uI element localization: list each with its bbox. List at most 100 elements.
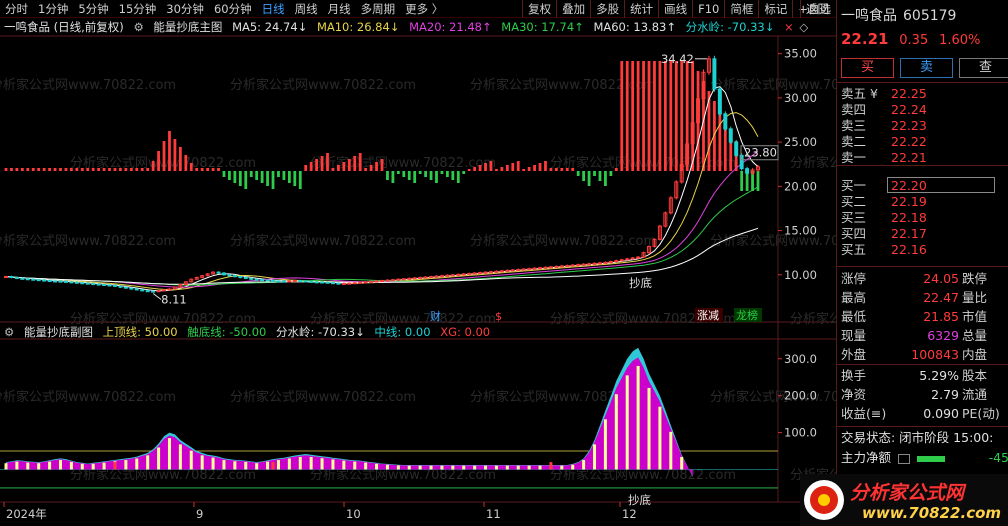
sub-indicator-name[interactable]: 能量抄底副图	[24, 325, 93, 339]
order-book-row[interactable]: 卖二 22.22	[841, 134, 1005, 150]
candle-body	[516, 268, 521, 271]
stat-row: 换手 5.29% 股本	[841, 368, 988, 383]
energy-bar	[582, 460, 586, 470]
stats-button[interactable]: 统计	[624, 0, 658, 18]
tab-intraday[interactable]: 分时	[0, 0, 33, 18]
tab-15min[interactable]: 15分钟	[114, 0, 162, 18]
energy-column	[674, 61, 678, 171]
candle-body	[309, 280, 314, 283]
order-book-row[interactable]: 买三 22.18	[841, 210, 1005, 226]
energy-bar	[189, 450, 193, 470]
order-level-price: 22.16	[891, 242, 927, 257]
energy-bar	[48, 461, 52, 470]
tab-1min[interactable]: 1分钟	[33, 0, 73, 18]
candle-body	[401, 278, 406, 281]
candle-body	[112, 284, 117, 287]
diamond-icon[interactable]: ◇	[799, 20, 808, 34]
tab-weekly[interactable]: 周线	[290, 0, 323, 18]
energy-fill-magenta	[6, 357, 693, 477]
order-level-price: 22.23	[891, 118, 927, 133]
candle-body	[390, 279, 395, 282]
order-level-price: 22.21	[891, 150, 927, 165]
candle-body	[745, 168, 750, 174]
candle-body	[456, 273, 461, 276]
draw-line-button[interactable]: 画线	[658, 0, 692, 18]
candle-body	[47, 280, 52, 283]
candle-body	[249, 277, 254, 280]
tab-60min[interactable]: 60分钟	[209, 0, 257, 18]
logo-text: 分析家公式网	[850, 482, 965, 504]
overlay-button[interactable]: 叠加	[556, 0, 590, 18]
candle-body	[538, 267, 543, 270]
order-level-label: 买二	[841, 194, 867, 209]
watermark-text: 分析家公式网www.70822.com	[0, 389, 176, 405]
energy-column	[500, 167, 504, 171]
energy-column	[691, 61, 695, 171]
candle-body	[510, 269, 515, 272]
query-button[interactable]: 查	[959, 58, 1008, 78]
price-tick-label: 25.00	[784, 135, 817, 149]
energy-column	[527, 167, 531, 171]
order-book-row[interactable]: 卖三 22.23	[841, 118, 1005, 134]
candle-body	[597, 262, 602, 265]
tab-5min[interactable]: 5分钟	[73, 0, 113, 18]
stat-row: 涨停 24.05 跌停	[841, 271, 988, 286]
stat-row: 外盘 100843 内盘	[841, 347, 988, 362]
net-flow-icon[interactable]	[898, 453, 910, 464]
back-button[interactable]: 返回	[800, 0, 834, 18]
tab-multi-period[interactable]: 多周期	[356, 0, 401, 18]
chart-canvas[interactable]: 35.0030.0025.0020.0015.0010.00分析家公式网www.…	[0, 19, 836, 526]
energy-column	[80, 168, 84, 171]
sell-button[interactable]: 卖	[900, 58, 953, 78]
divider	[837, 426, 1008, 427]
watermark-text: 分析家公式网www.70822.com	[230, 233, 416, 249]
energy-column	[320, 156, 324, 171]
order-book-row[interactable]: 卖四 22.24	[841, 102, 1005, 118]
energy-column	[326, 153, 329, 171]
energy-column	[102, 168, 106, 171]
simple-frame-button[interactable]: 简框	[724, 0, 758, 18]
energy-bar	[505, 465, 509, 470]
energy-column	[10, 168, 13, 171]
order-book-row[interactable]: 卖一 22.21	[841, 150, 1005, 166]
candle-body	[91, 283, 96, 286]
close-icon[interactable]: ×	[784, 20, 794, 34]
multi-stock-button[interactable]: 多股	[590, 0, 624, 18]
candle-body	[63, 280, 68, 283]
ma10-line	[5, 112, 759, 291]
energy-bar	[15, 461, 19, 470]
price-change: 0.35	[899, 33, 929, 48]
energy-bar	[538, 465, 542, 470]
stock-header: 一鸣食品 605179	[841, 5, 956, 25]
order-book-row[interactable]: 卖五 ¥ 22.25	[841, 86, 1005, 102]
energy-column	[129, 168, 133, 171]
sub-legend-gear-icon[interactable]: ⚙	[4, 325, 14, 339]
order-book-row[interactable]: 买二 22.19	[841, 194, 1005, 210]
tab-daily[interactable]: 日线	[257, 0, 290, 18]
mark-button[interactable]: 标记	[758, 0, 792, 18]
energy-column	[402, 171, 406, 177]
time-label: 2024年	[6, 507, 47, 521]
f10-button[interactable]: F10	[692, 0, 724, 18]
restore-rights-button[interactable]: 复权	[522, 0, 556, 18]
energy-column	[516, 161, 520, 171]
energy-column	[97, 168, 101, 171]
main-indicator-name[interactable]: 能量抄底主图	[153, 20, 222, 34]
tab-30min[interactable]: 30分钟	[161, 0, 209, 18]
energy-column	[304, 165, 308, 171]
tab-more[interactable]: 更多 〉	[400, 0, 448, 18]
candle-body	[20, 277, 25, 280]
energy-column	[64, 168, 68, 171]
order-level-label: 卖三	[841, 118, 867, 133]
energy-column	[53, 168, 57, 171]
buy-button[interactable]: 买	[841, 58, 894, 78]
energy-column	[260, 171, 264, 183]
energy-column	[538, 163, 542, 171]
tab-monthly[interactable]: 月线	[323, 0, 356, 18]
energy-bar	[440, 465, 444, 470]
order-book-row[interactable]: 买五 22.16	[841, 242, 1005, 258]
candle-body	[407, 277, 412, 280]
candle-body	[527, 268, 532, 271]
order-book-row[interactable]: 买四 22.17	[841, 226, 1005, 242]
legend-gear-icon[interactable]: ⚙	[133, 20, 143, 34]
